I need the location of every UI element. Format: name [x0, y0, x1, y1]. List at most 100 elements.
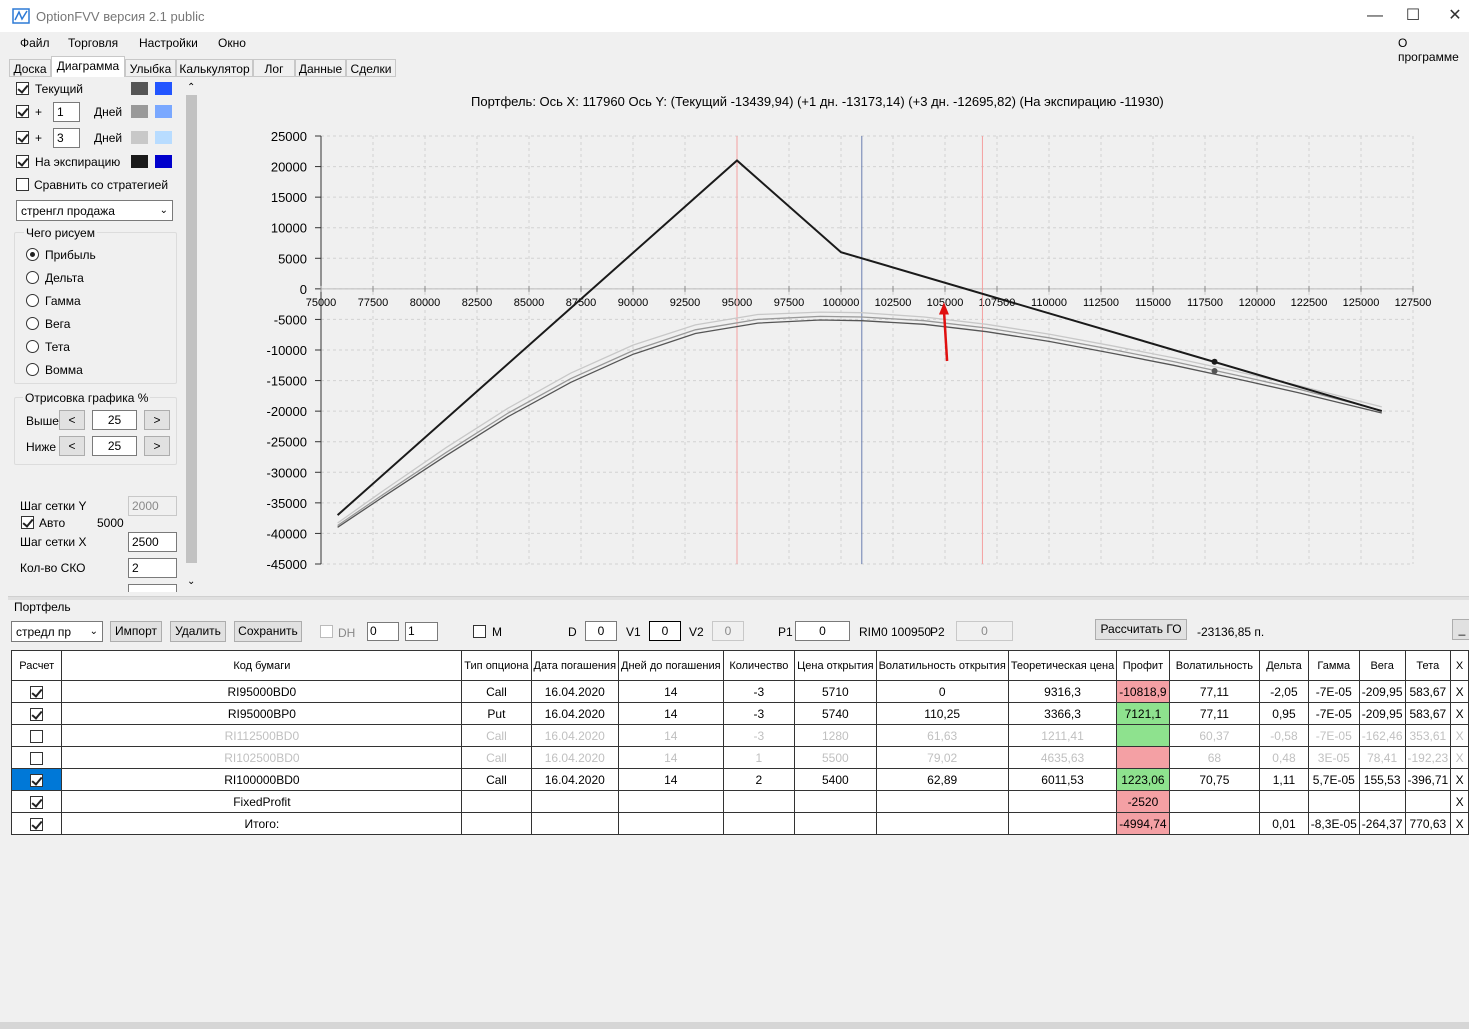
cell-remove[interactable]: X	[1450, 724, 1469, 747]
current-color-2[interactable]	[155, 82, 172, 95]
save-button[interactable]: Сохранить	[234, 621, 302, 642]
dh-spinner-1[interactable]: 0	[367, 622, 399, 641]
tab-smile[interactable]: Улыбка	[125, 59, 176, 77]
col-theo-price[interactable]: Теоретическая цена	[1007, 650, 1118, 681]
tab-board[interactable]: Доска	[9, 59, 51, 77]
row-calc-checkbox[interactable]	[30, 773, 44, 787]
above-input[interactable]: 25	[92, 410, 137, 430]
expiry-checkbox[interactable]	[16, 155, 29, 168]
table-row[interactable]: RI100000BD0 Call 16.04.2020 14 2 5400 62,89 601…	[10, 768, 1469, 791]
col-expiry[interactable]: Дата погашения	[530, 650, 620, 681]
above-decrease-button[interactable]: <	[59, 410, 85, 430]
table-row[interactable]: Итого: -4994,74 0,01 -8,3E-05 -264,37 770,63 X	[10, 812, 1469, 835]
menu-window[interactable]: Окно	[218, 36, 246, 50]
tab-diagram[interactable]: Диаграмма	[51, 56, 125, 77]
table-row[interactable]: RI95000BD0 Call 16.04.2020 14 -3 5710 0 9316,3-…	[10, 680, 1469, 703]
below-increase-button[interactable]: >	[144, 436, 170, 456]
cell-remove[interactable]: X	[1450, 680, 1469, 703]
col-code[interactable]: Код бумаги	[61, 650, 463, 681]
scrollbar-thumb[interactable]	[186, 95, 197, 563]
row-calc-checkbox[interactable]	[30, 729, 44, 743]
tab-data[interactable]: Данные	[295, 59, 346, 77]
dh-checkbox[interactable]	[320, 625, 333, 638]
current-color-1[interactable]	[131, 82, 148, 95]
radio-delta[interactable]	[26, 271, 39, 284]
tab-log[interactable]: Лог	[253, 59, 295, 77]
row-calc-checkbox[interactable]	[30, 795, 44, 809]
portfolio-select[interactable]: стредл пр ⌄	[11, 621, 103, 642]
col-vol[interactable]: Волатильность	[1168, 650, 1261, 681]
extra-input[interactable]	[128, 584, 177, 592]
cell-remove[interactable]: X	[1450, 702, 1469, 725]
radio-vega[interactable]	[26, 317, 39, 330]
cell-remove[interactable]: X	[1450, 790, 1469, 813]
plus1-color-1[interactable]	[131, 105, 148, 118]
cell-remove[interactable]: X	[1450, 746, 1469, 769]
col-qty[interactable]: Количество	[722, 650, 796, 681]
table-row[interactable]: RI112500BD0 Call 16.04.2020 14 -3 1280 61,63 12…	[10, 724, 1469, 747]
row-calc-cell[interactable]	[10, 768, 63, 791]
table-row[interactable]: RI102500BD0 Call 16.04.2020 14 1 5500 79,02 463…	[10, 746, 1469, 769]
import-button[interactable]: Импорт	[110, 621, 162, 642]
plus3-color-2[interactable]	[155, 131, 172, 144]
row-calc-cell[interactable]	[10, 702, 63, 725]
above-increase-button[interactable]: >	[144, 410, 170, 430]
expiry-color-1[interactable]	[131, 155, 148, 168]
col-profit[interactable]: Профит	[1116, 650, 1170, 681]
radio-profit[interactable]	[26, 248, 39, 261]
close-icon[interactable]: ✕	[1432, 0, 1469, 32]
col-delta[interactable]: Дельта	[1259, 650, 1309, 681]
scroll-down-icon[interactable]: ⌄	[187, 576, 195, 587]
below-decrease-button[interactable]: <	[59, 436, 85, 456]
strategy-select[interactable]: стренгл продажа ⌄	[16, 200, 173, 221]
m-checkbox[interactable]	[473, 625, 486, 638]
tab-calculator[interactable]: Калькулятор	[176, 59, 253, 77]
auto-checkbox[interactable]	[21, 516, 34, 529]
minimize-panel-button[interactable]: _	[1452, 619, 1469, 640]
row-calc-cell[interactable]	[10, 812, 63, 835]
compare-checkbox[interactable]	[16, 178, 29, 191]
row-calc-cell[interactable]	[10, 746, 63, 769]
col-vega[interactable]: Вега	[1358, 650, 1406, 681]
menu-trading[interactable]: Торговля	[68, 36, 118, 50]
row-calc-checkbox[interactable]	[30, 817, 44, 831]
col-gamma[interactable]: Гамма	[1307, 650, 1360, 681]
calc-go-button[interactable]: Рассчитать ГО	[1095, 619, 1187, 640]
p2-input[interactable]: 0	[956, 621, 1013, 641]
plus1-checkbox[interactable]	[16, 105, 29, 118]
cell-remove[interactable]: X	[1450, 768, 1469, 791]
row-calc-cell[interactable]	[10, 790, 63, 813]
row-calc-cell[interactable]	[10, 680, 63, 703]
step-y-input[interactable]: 2000	[128, 496, 177, 516]
menu-settings[interactable]: Настройки	[139, 36, 198, 50]
col-days[interactable]: Дней до погашения	[618, 650, 724, 681]
plus3-checkbox[interactable]	[16, 131, 29, 144]
plus3-days-input[interactable]: 3	[53, 128, 80, 148]
dh-spinner-2[interactable]: 1	[405, 622, 438, 641]
d-input[interactable]: 0	[585, 621, 617, 641]
cell-remove[interactable]: X	[1450, 812, 1469, 835]
plus1-color-2[interactable]	[155, 105, 172, 118]
expiry-color-2[interactable]	[155, 155, 172, 168]
radio-vomma[interactable]	[26, 363, 39, 376]
plus1-days-input[interactable]: 1	[53, 102, 80, 122]
payoff-chart[interactable]: 25000 20000 15000 10000 5000 0 -5000 -10000 -150…	[199, 112, 1469, 590]
radio-gamma[interactable]	[26, 294, 39, 307]
col-open-vol[interactable]: Волатильность открытия	[875, 650, 1009, 681]
tab-deals[interactable]: Сделки	[346, 59, 396, 77]
col-calc[interactable]: Расчет	[10, 650, 63, 681]
row-calc-checkbox[interactable]	[30, 707, 44, 721]
col-type[interactable]: Тип опциона	[461, 650, 532, 681]
splitter[interactable]	[8, 596, 1469, 600]
maximize-icon[interactable]: ☐	[1390, 0, 1436, 32]
row-calc-checkbox[interactable]	[30, 751, 44, 765]
v2-input[interactable]: 0	[712, 621, 744, 641]
radio-theta[interactable]	[26, 340, 39, 353]
table-row[interactable]: FixedProfit -2520 X	[10, 790, 1469, 813]
table-row[interactable]: RI95000BP0 Put 16.04.2020 14 -3 5740 110,25 336…	[10, 702, 1469, 725]
current-checkbox[interactable]	[16, 82, 29, 95]
delete-button[interactable]: Удалить	[170, 621, 226, 642]
below-input[interactable]: 25	[92, 436, 137, 456]
scroll-up-icon[interactable]: ⌃	[187, 82, 195, 93]
col-theta[interactable]: Тета	[1404, 650, 1452, 681]
